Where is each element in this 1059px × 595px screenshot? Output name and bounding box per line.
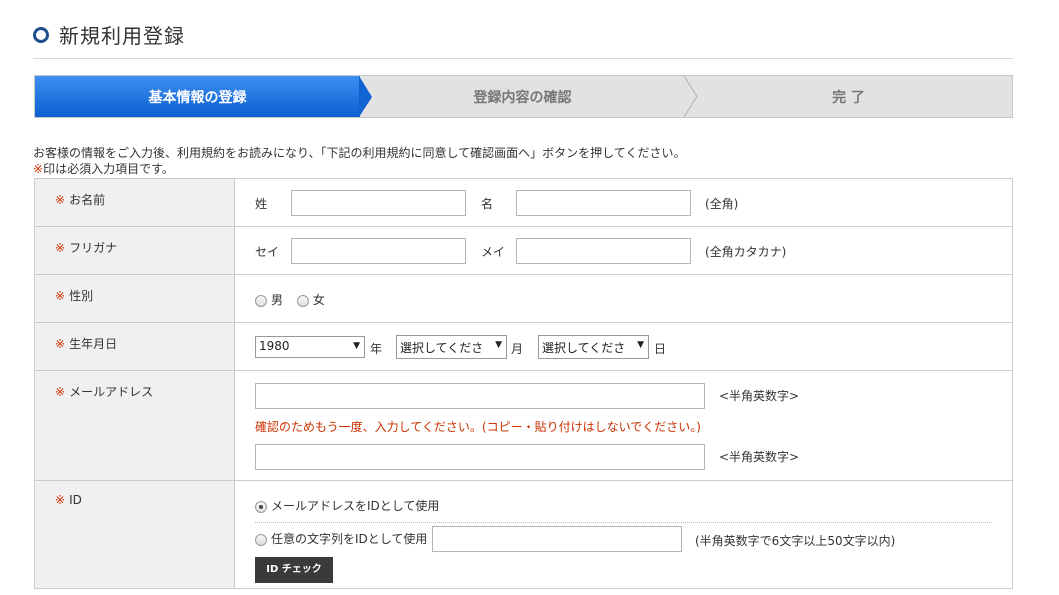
progress-steps: 基本情報の登録 登録内容の確認 完 了 bbox=[34, 75, 1013, 118]
email-hint: <半角英数字> bbox=[719, 389, 800, 403]
name-label: お名前 bbox=[69, 193, 106, 207]
form-row-birthday: ※ 生年月日 1980 ▼ 年 選択してくださ ▼ 月 選択してくださ ▼ 日 bbox=[34, 322, 1013, 371]
required-mark: ※ bbox=[55, 493, 66, 507]
kana-hint: (全角カタカナ) bbox=[705, 245, 787, 259]
id-option-email: メールアドレスをIDとして使用 bbox=[255, 497, 439, 514]
first-name-kana-input[interactable] bbox=[516, 238, 691, 264]
registration-form: ※ お名前 姓 名 (全角) ※ フリガナ セイ メイ (全角カタカナ) ※ 性別 男… bbox=[34, 178, 1013, 589]
form-row-id: ※ ID メールアドレスをIDとして使用 任意の文字列をIDとして使用 (半角英数… bbox=[34, 480, 1013, 589]
email-input[interactable] bbox=[255, 383, 705, 409]
form-row-kana: ※ フリガナ セイ メイ (全角カタカナ) bbox=[34, 226, 1013, 275]
value-cell: <半角英数字> 確認のためもう一度、入力してください。(コピー・貼り付けはしない… bbox=[234, 370, 1013, 481]
kana-label: フリガナ bbox=[69, 241, 118, 255]
last-name-kana-input[interactable] bbox=[291, 238, 466, 264]
value-cell: 姓 名 (全角) bbox=[234, 178, 1013, 227]
female-label: 女 bbox=[312, 293, 325, 307]
birth-year-select[interactable]: 1980 ▼ bbox=[255, 336, 365, 358]
month-unit: 月 bbox=[511, 342, 524, 356]
last-name-label: 姓 bbox=[255, 197, 268, 211]
email-confirm-note: 確認のためもう一度、入力してください。(コピー・貼り付けはしないでください。) bbox=[255, 420, 701, 434]
male-label: 男 bbox=[271, 293, 284, 307]
birth-month-select[interactable]: 選択してくださ ▼ bbox=[396, 335, 507, 359]
email-label: メールアドレス bbox=[69, 385, 154, 399]
intro-line2: ※印は必須入力項目です。 bbox=[33, 161, 685, 177]
email-confirm-input[interactable] bbox=[255, 444, 705, 470]
email-confirm-hint: <半角英数字> bbox=[719, 450, 800, 464]
birth-day-select[interactable]: 選択してくださ ▼ bbox=[538, 335, 649, 359]
required-mark: ※ bbox=[55, 289, 66, 303]
form-row-email: ※ メールアドレス <半角英数字> 確認のためもう一度、入力してください。(コピー… bbox=[34, 370, 1013, 481]
intro-line1: お客様の情報をご入力後、利用規約をお読みになり、「下記の利用規約に同意して確認画… bbox=[33, 146, 686, 160]
divider bbox=[33, 58, 1013, 59]
day-unit: 日 bbox=[654, 342, 667, 356]
step-basic-info: 基本情報の登録 bbox=[35, 76, 360, 117]
birth-month-value: 選択してくださ bbox=[400, 341, 484, 355]
gender-label: 性別 bbox=[69, 289, 94, 303]
divider bbox=[255, 522, 992, 523]
value-cell: セイ メイ (全角カタカナ) bbox=[234, 226, 1013, 275]
required-mark: ※ bbox=[33, 162, 44, 176]
label-cell: ※ 生年月日 bbox=[34, 322, 235, 371]
step-complete: 完 了 bbox=[832, 89, 865, 106]
step-confirm: 登録内容の確認 bbox=[473, 89, 572, 106]
form-row-name: ※ お名前 姓 名 (全角) bbox=[34, 178, 1013, 227]
first-name-kana-label: メイ bbox=[481, 245, 506, 259]
label-cell: ※ お名前 bbox=[34, 178, 235, 227]
id-label: ID bbox=[69, 493, 82, 507]
first-name-label: 名 bbox=[481, 197, 494, 211]
label-cell: ※ ID bbox=[34, 480, 235, 589]
circle-icon bbox=[33, 26, 49, 43]
required-mark: ※ bbox=[55, 337, 66, 351]
dropdown-arrow-icon: ▼ bbox=[495, 340, 502, 350]
label-cell: ※ メールアドレス bbox=[34, 370, 235, 481]
label-cell: ※ 性別 bbox=[34, 274, 235, 323]
required-mark: ※ bbox=[55, 385, 66, 399]
form-row-gender: ※ 性別 男 女 bbox=[34, 274, 1013, 323]
id-option-email-label: メールアドレスをIDとして使用 bbox=[271, 499, 440, 513]
name-hint: (全角) bbox=[705, 197, 739, 211]
last-name-kana-label: セイ bbox=[255, 245, 280, 259]
first-name-input[interactable] bbox=[516, 190, 691, 216]
custom-id-input[interactable] bbox=[432, 526, 682, 552]
female-radio[interactable] bbox=[296, 294, 309, 307]
last-name-input[interactable] bbox=[291, 190, 466, 216]
required-note: 印は必須入力項目です。 bbox=[43, 162, 174, 176]
intro-text: お客様の情報をご入力後、利用規約をお読みになり、「下記の利用規約に同意して確認画… bbox=[33, 145, 685, 177]
value-cell: 1980 ▼ 年 選択してくださ ▼ 月 選択してくださ ▼ 日 bbox=[234, 322, 1013, 371]
id-hint: (半角英数字で6文字以上50文字以内) bbox=[695, 534, 896, 548]
id-custom-radio[interactable] bbox=[255, 533, 267, 546]
dropdown-arrow-icon: ▼ bbox=[637, 340, 644, 350]
required-mark: ※ bbox=[55, 193, 66, 207]
year-unit: 年 bbox=[370, 342, 383, 356]
birth-day-value: 選択してくださ bbox=[542, 341, 626, 355]
required-mark: ※ bbox=[55, 241, 66, 255]
value-cell: 男 女 bbox=[234, 274, 1013, 323]
birthday-label: 生年月日 bbox=[69, 337, 118, 351]
birth-year-value: 1980 bbox=[259, 339, 290, 353]
id-check-button[interactable]: ID チェック bbox=[255, 557, 333, 583]
label-cell: ※ フリガナ bbox=[34, 226, 235, 275]
dropdown-arrow-icon: ▼ bbox=[353, 341, 360, 351]
page-title: 新規利用登録 bbox=[33, 20, 185, 49]
id-option-custom-label: 任意の文字列をIDとして使用 bbox=[271, 532, 428, 546]
page-title-text: 新規利用登録 bbox=[59, 24, 185, 48]
gender-options: 男 女 bbox=[255, 291, 325, 308]
id-option-custom: 任意の文字列をIDとして使用 bbox=[255, 530, 427, 547]
male-radio[interactable] bbox=[255, 294, 267, 307]
id-email-radio[interactable] bbox=[255, 500, 267, 513]
value-cell: メールアドレスをIDとして使用 任意の文字列をIDとして使用 (半角英数字で6文… bbox=[234, 480, 1013, 589]
